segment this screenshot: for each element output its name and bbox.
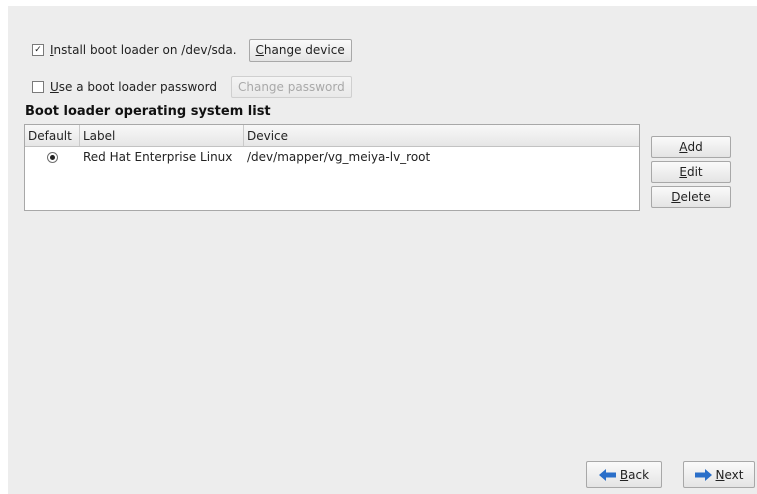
os-list-header: Default Label Device — [25, 125, 639, 147]
change-device-button[interactable]: Change device — [248, 38, 352, 62]
os-list-title: Boot loader operating system list — [25, 104, 271, 119]
default-radio[interactable] — [47, 151, 58, 163]
os-label-cell: Red Hat Enterprise Linux — [83, 150, 233, 164]
arrow-left-icon — [598, 468, 616, 481]
edit-button[interactable]: Edit — [651, 161, 731, 183]
next-button[interactable]: Next — [683, 461, 755, 488]
bootloader-password-checkbox[interactable] — [32, 81, 44, 93]
bootloader-password-label[interactable]: Use a boot loader password — [50, 80, 217, 94]
column-header-device[interactable]: Device — [244, 125, 639, 146]
column-header-label[interactable]: Label — [80, 125, 244, 146]
bootloader-password-row: Use a boot loader password Change passwo… — [32, 76, 352, 98]
install-bootloader-checkbox[interactable]: ✓ — [32, 44, 44, 56]
default-cell — [25, 151, 80, 163]
install-bootloader-label[interactable]: Install boot loader on /dev/sda. — [50, 43, 237, 57]
add-button[interactable]: Add — [651, 136, 731, 158]
change-password-button[interactable]: Change password — [230, 76, 352, 98]
column-header-default[interactable]: Default — [25, 125, 80, 146]
arrow-right-icon — [694, 468, 712, 481]
back-button[interactable]: Back — [586, 461, 662, 488]
table-row[interactable]: Red Hat Enterprise Linux /dev/mapper/vg_… — [25, 147, 639, 167]
delete-button[interactable]: Delete — [651, 186, 731, 208]
os-list-table: Default Label Device Red Hat Enterprise … — [24, 124, 640, 211]
os-device-cell: /dev/mapper/vg_meiya-lv_root — [247, 150, 431, 164]
install-bootloader-row: ✓ Install boot loader on /dev/sda. Chang… — [32, 38, 352, 62]
